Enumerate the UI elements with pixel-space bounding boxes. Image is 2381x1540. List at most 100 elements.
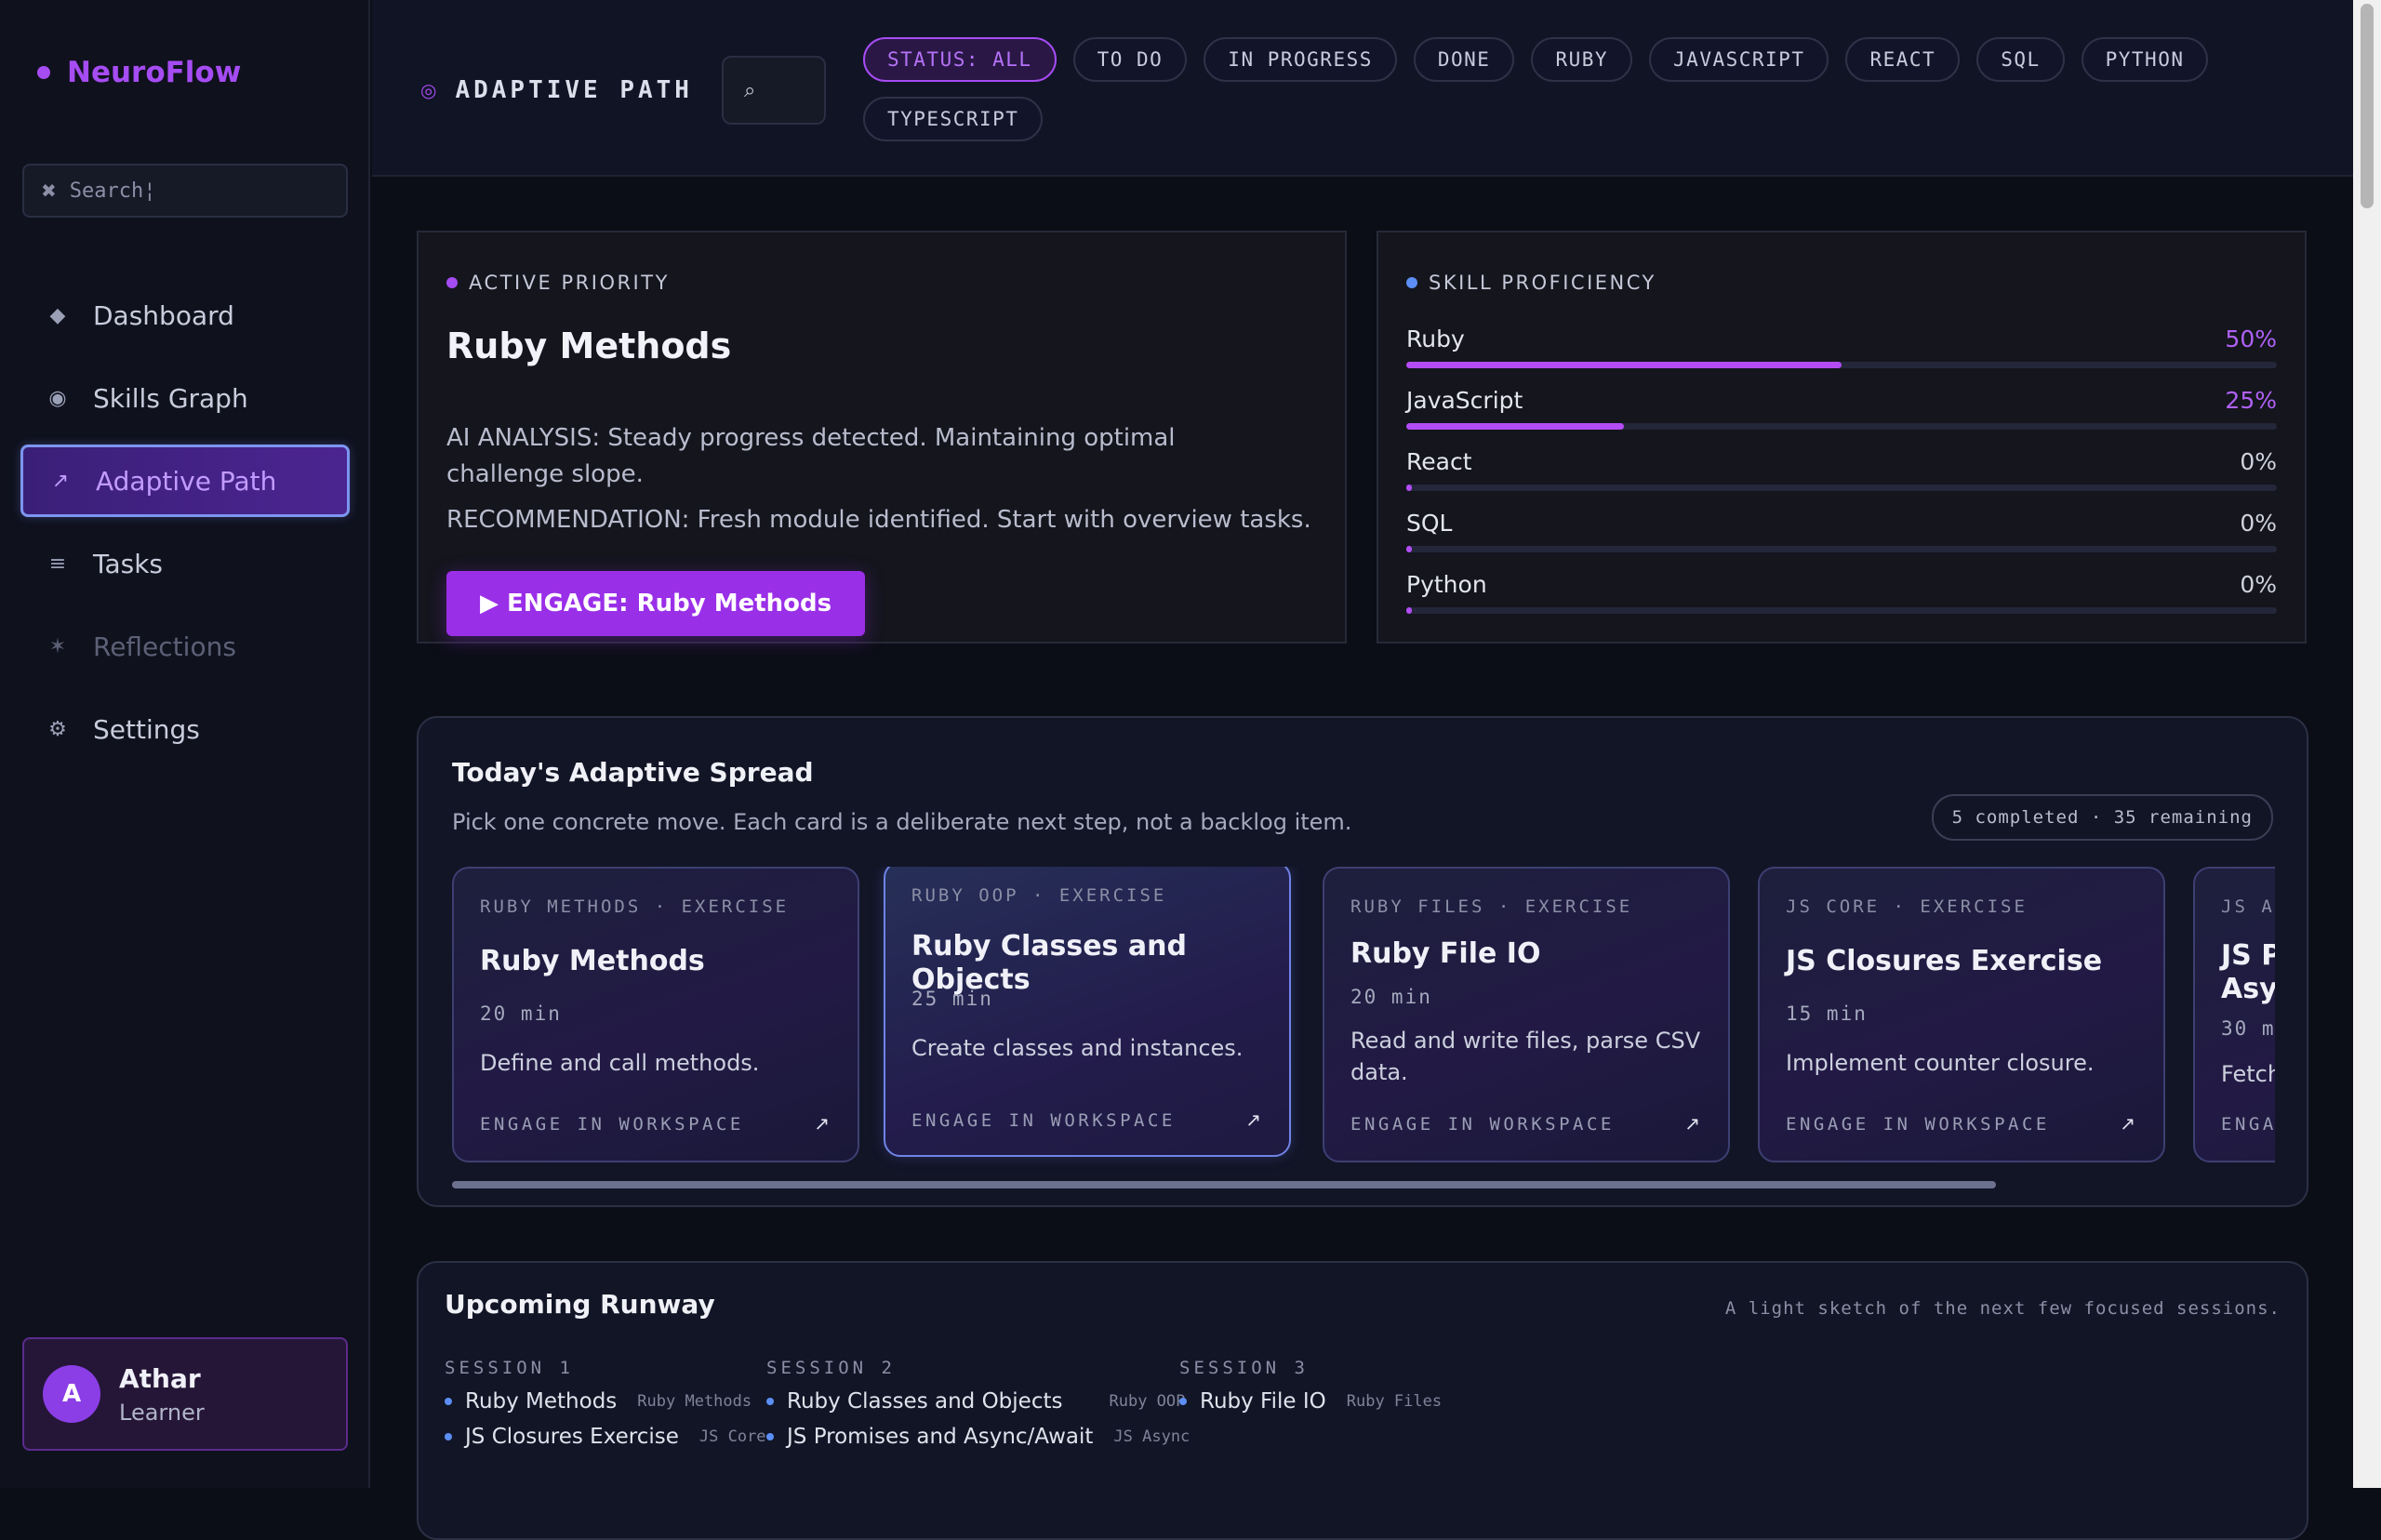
filter-chip-javascript[interactable]: JAVASCRIPT	[1649, 37, 1829, 82]
card-description: Create classes and instances.	[911, 1035, 1244, 1061]
sidebar-search[interactable]: ✖	[22, 164, 348, 218]
search-close-icon[interactable]: ✖	[41, 179, 57, 202]
filter-chips: STATUS: ALL TO DO IN PROGRESS DONE RUBY …	[863, 37, 2258, 141]
header-search-button[interactable]: ⌕	[722, 56, 826, 125]
card-cta[interactable]: ENGAGE IN WORKSPACE	[1786, 1114, 2050, 1135]
skill-percent: 0%	[2240, 510, 2277, 537]
ai-analysis-text: AI ANALYSIS: Steady progress detected. M…	[446, 424, 1176, 488]
logo[interactable]: NeuroFlow	[37, 56, 241, 89]
filter-chip-react[interactable]: REACT	[1845, 37, 1961, 82]
active-priority-panel: ACTIVE PRIORITY Ruby Methods AI ANALYSIS…	[417, 231, 1347, 644]
skill-name: Ruby	[1406, 325, 1465, 352]
card-cta[interactable]: ENGAGE IN WORKSPACE	[2221, 1114, 2275, 1135]
sparkle-icon: ✶	[48, 634, 67, 658]
skill-percent: 0%	[2240, 448, 2277, 475]
carousel-scrollbar[interactable]	[452, 1181, 2275, 1188]
task-card[interactable]: JS ASYNC · EXERCISE JS Promises and Asyn…	[2193, 867, 2275, 1162]
search-input[interactable]	[67, 178, 332, 204]
task-card[interactable]: RUBY FILES · EXERCISE Ruby File IO 20 mi…	[1323, 867, 1730, 1162]
skill-row-javascript: JavaScript 25%	[1406, 387, 2277, 430]
skill-proficiency-panel: SKILL PROFICIENCY Ruby 50% JavaScript 25% Re…	[1377, 231, 2307, 644]
filter-chip-ruby[interactable]: RUBY	[1531, 37, 1633, 82]
filter-chip-in-progress[interactable]: IN PROGRESS	[1204, 37, 1397, 82]
page-scrollbar-thumb[interactable]	[2361, 4, 2374, 208]
page-scrollbar[interactable]	[2353, 0, 2381, 1488]
logo-dot-icon	[37, 66, 50, 79]
active-priority-title: Ruby Methods	[446, 325, 732, 366]
engage-button[interactable]: ▶ ENGAGE: Ruby Methods	[446, 571, 866, 636]
session-item[interactable]: Ruby Methods Ruby Methods	[445, 1389, 766, 1414]
card-description: Define and call methods.	[480, 1050, 760, 1076]
sidebar-item-label: Reflections	[93, 631, 236, 662]
skill-row-text: Ruby 50%	[1406, 325, 2277, 352]
skill-progress-bar	[1406, 546, 2277, 552]
sidebar: NeuroFlow ✖ ◆ Dashboard ◉ Skills Graph ↗…	[0, 0, 370, 1488]
sidebar-item-tasks[interactable]: ≡ Tasks	[20, 527, 350, 600]
user-role: Learner	[119, 1399, 205, 1426]
diamond-icon: ◆	[49, 303, 66, 327]
filter-chip-typescript[interactable]: TYPESCRIPT	[863, 97, 1044, 141]
card-description: Fetch	[2221, 1061, 2275, 1087]
sidebar-item-label: Adaptive Path	[96, 465, 277, 497]
search-icon: ⌕	[744, 78, 756, 102]
skill-row-text: JavaScript 25%	[1406, 387, 2277, 414]
carousel-scrollbar-thumb[interactable]	[452, 1181, 1996, 1188]
session-item[interactable]: JS Promises and Async/Await JS Async	[766, 1425, 1190, 1449]
skill-row-python: Python 0%	[1406, 571, 2277, 614]
task-card[interactable]: RUBY OOP · EXERCISE Ruby Classes and Obj…	[884, 867, 1291, 1157]
skill-percent: 50%	[2225, 325, 2277, 352]
status-dot-icon	[1406, 277, 1417, 288]
filter-chip-done[interactable]: DONE	[1413, 37, 1515, 82]
runway-title: Upcoming Runway	[445, 1289, 715, 1320]
sidebar-item-label: Skills Graph	[93, 382, 248, 414]
skill-progress-bar	[1406, 485, 2277, 491]
card-cta[interactable]: ENGAGE IN WORKSPACE	[911, 1110, 1176, 1131]
skill-progress-bar	[1406, 607, 2277, 614]
card-cta[interactable]: ENGAGE IN WORKSPACE	[480, 1114, 744, 1135]
arrow-up-right-icon[interactable]: ↗	[814, 1112, 830, 1135]
filter-chip-status-all[interactable]: STATUS: ALL	[863, 37, 1057, 82]
task-card[interactable]: JS CORE · EXERCISE JS Closures Exercise …	[1758, 867, 2165, 1162]
skill-row-ruby: Ruby 50%	[1406, 325, 2277, 368]
skill-percent: 25%	[2225, 387, 2277, 414]
skill-row-sql: SQL 0%	[1406, 510, 2277, 552]
sidebar-item-label: Tasks	[93, 548, 164, 579]
card-duration: 30 min	[2221, 1017, 2275, 1040]
session-item[interactable]: Ruby File IO Ruby Files	[1179, 1389, 1442, 1414]
filter-chip-to-do[interactable]: TO DO	[1072, 37, 1188, 82]
bullet-icon	[445, 1433, 452, 1440]
session-column: SESSION 3 Ruby File IO Ruby Files	[1179, 1358, 1442, 1414]
session-label: SESSION 3	[1179, 1358, 1309, 1378]
arrow-up-right-icon: ↗	[51, 469, 70, 493]
sidebar-item-skills-graph[interactable]: ◉ Skills Graph	[20, 362, 350, 434]
sidebar-item-adaptive-path[interactable]: ↗ Adaptive Path	[20, 445, 350, 517]
task-card[interactable]: RUBY METHODS · EXERCISE Ruby Methods 20 …	[452, 867, 859, 1162]
session-item[interactable]: Ruby Classes and Objects Ruby OOP	[766, 1389, 1190, 1414]
arrow-up-right-icon[interactable]: ↗	[1245, 1109, 1261, 1131]
sidebar-item-reflections[interactable]: ✶ Reflections	[20, 610, 350, 683]
card-cta[interactable]: ENGAGE IN WORKSPACE	[1350, 1114, 1615, 1135]
sidebar-item-label: Dashboard	[93, 299, 234, 331]
list-icon: ≡	[48, 551, 67, 576]
card-meta: RUBY FILES · EXERCISE	[1350, 896, 1633, 917]
session-item[interactable]: JS Closures Exercise JS Core	[445, 1425, 766, 1449]
skill-percent: 0%	[2240, 571, 2277, 598]
filter-chip-sql[interactable]: SQL	[1976, 37, 2065, 82]
user-card[interactable]: A Athar Learner	[22, 1337, 348, 1451]
skill-progress-fill	[1406, 362, 1842, 368]
card-title: JS Closures Exercise	[1786, 945, 2103, 977]
active-priority-label: ACTIVE PRIORITY	[446, 272, 670, 294]
sidebar-item-settings[interactable]: ⚙ Settings	[20, 693, 350, 765]
adaptive-spread-panel: Today's Adaptive Spread Pick one concret…	[417, 716, 2308, 1207]
arrow-up-right-icon[interactable]: ↗	[1684, 1112, 1700, 1135]
sidebar-item-dashboard[interactable]: ◆ Dashboard	[20, 279, 350, 352]
card-duration: 25 min	[911, 988, 993, 1010]
card-carousel[interactable]: RUBY METHODS · EXERCISE Ruby Methods 20 …	[452, 867, 2275, 1174]
skill-progress-bar	[1406, 423, 2277, 430]
gear-icon: ⚙	[48, 717, 67, 741]
arrow-up-right-icon[interactable]: ↗	[2120, 1112, 2135, 1135]
skill-progress-fill	[1406, 423, 1624, 430]
upcoming-runway-panel: Upcoming Runway A light sketch of the ne…	[417, 1261, 2308, 1540]
card-description: Read and write files, parse CSV data.	[1350, 1028, 1701, 1085]
filter-chip-python[interactable]: PYTHON	[2081, 37, 2209, 82]
